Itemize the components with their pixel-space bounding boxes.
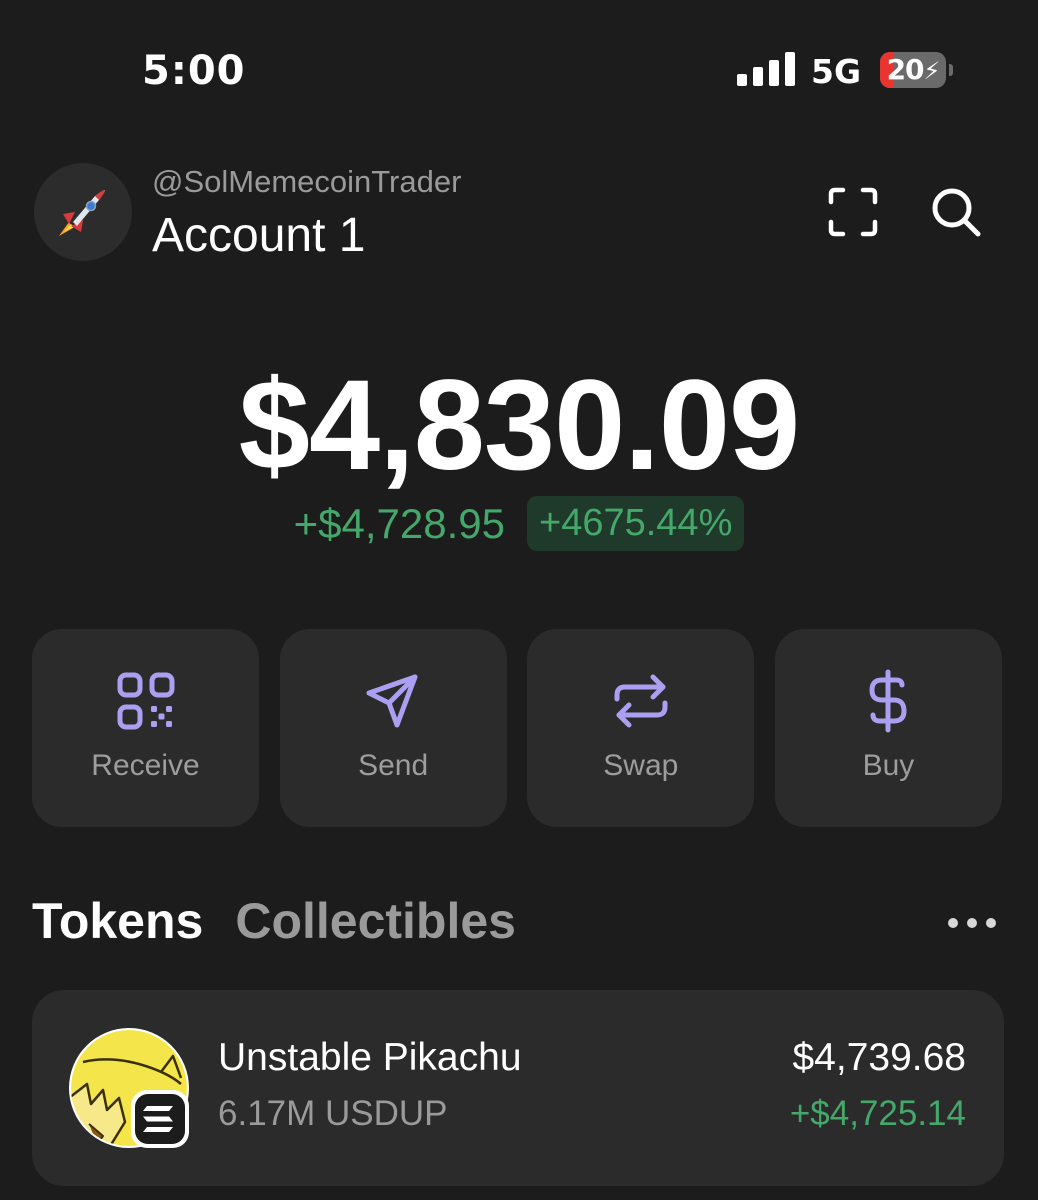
more-horizontal-icon — [948, 918, 996, 928]
total-balance: $4,830.09 — [238, 354, 800, 497]
token-row[interactable]: Unstable Pikachu 6.17M USDUP $4,739.68 +… — [32, 990, 1004, 1186]
token-amount: 6.17M USDUP — [218, 1094, 448, 1133]
buy-button[interactable]: Buy — [774, 629, 1002, 827]
balance-change-row: +$4,728.95 +4675.44% — [0, 496, 1038, 551]
token-name: Unstable Pikachu — [218, 1036, 522, 1079]
swap-button[interactable]: Swap — [527, 629, 755, 827]
dollar-icon — [869, 669, 907, 733]
send-button[interactable]: Send — [279, 629, 507, 827]
tab-collectibles[interactable]: Collectibles — [235, 892, 516, 950]
network-type: 5G — [811, 52, 862, 91]
tab-tokens[interactable]: Tokens — [32, 892, 203, 950]
account-name[interactable]: Account 1 — [152, 208, 365, 263]
token-value: $4,739.68 — [792, 1036, 966, 1079]
rocket-icon — [59, 190, 105, 236]
action-buttons: Receive Send Swap Buy — [32, 629, 1002, 827]
buy-label: Buy — [862, 749, 915, 782]
send-label: Send — [358, 749, 429, 782]
qr-code-icon — [117, 672, 174, 730]
solana-icon — [143, 1106, 173, 1132]
token-logo — [69, 1028, 189, 1148]
account-avatar[interactable] — [34, 163, 132, 261]
swap-icon — [614, 674, 668, 728]
search-icon — [932, 188, 981, 237]
battery-level: 20⚡ — [886, 53, 941, 86]
status-time: 5:00 — [142, 48, 246, 94]
receive-label: Receive — [91, 749, 200, 782]
asset-tabs: Tokens Collectibles — [32, 892, 516, 950]
battery-indicator: 20⚡ — [880, 52, 946, 88]
receive-button[interactable]: Receive — [32, 629, 259, 827]
search-button[interactable] — [924, 180, 988, 244]
balance-change-amount: +$4,728.95 — [293, 499, 506, 547]
more-options-button[interactable] — [944, 903, 1000, 943]
account-handle: @SolMemecoinTrader — [152, 164, 462, 199]
swap-label: Swap — [603, 749, 679, 782]
token-change: +$4,725.14 — [789, 1094, 966, 1133]
send-icon — [366, 674, 418, 728]
scan-button[interactable] — [821, 180, 885, 244]
status-bar: 5:00 5G 20⚡ — [0, 0, 1038, 140]
battery-nub — [949, 64, 953, 76]
signal-strength-icon — [737, 52, 795, 86]
balance-change-percent-badge: +4675.44% — [527, 496, 745, 551]
scan-frame-icon — [828, 187, 878, 237]
